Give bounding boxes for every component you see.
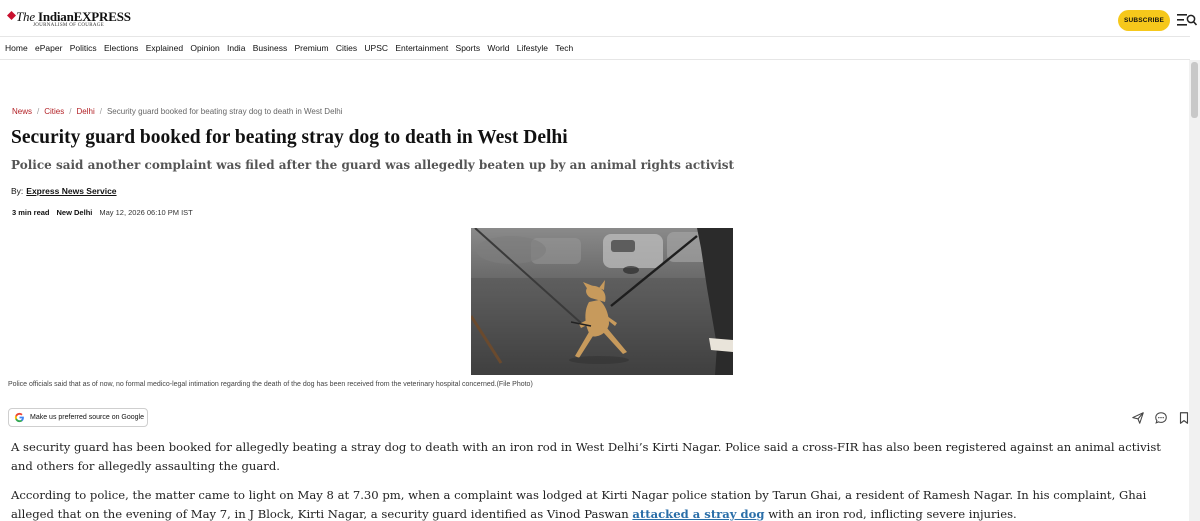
breadcrumb-current: Security guard booked for beating stray …	[106, 107, 343, 116]
breadcrumb-cities[interactable]: Cities	[44, 107, 64, 116]
page-scrollbar[interactable]	[1189, 60, 1200, 521]
nav-item-cities[interactable]: Cities	[336, 43, 357, 53]
article-standfirst: Police said another complaint was filed …	[11, 158, 735, 172]
article-byline: By: Express News Service	[11, 186, 117, 196]
nav-item-entertainment[interactable]: Entertainment	[395, 43, 448, 53]
nav-item-world[interactable]: World	[487, 43, 509, 53]
nav-item-epaper[interactable]: ePaper	[35, 43, 62, 53]
author-link[interactable]: Express News Service	[26, 186, 116, 196]
article-paragraph: According to police, the matter came to …	[11, 486, 1183, 521]
nav-item-tech[interactable]: Tech	[555, 43, 573, 53]
send-icon[interactable]	[1131, 411, 1145, 425]
google-g-icon	[14, 412, 24, 423]
scrollbar-thumb[interactable]	[1191, 62, 1198, 118]
site-logo[interactable]: The IndianEXPRESS JOURNALISM OF COURAGE	[7, 9, 131, 31]
comment-icon[interactable]	[1154, 411, 1168, 425]
breadcrumb-separator: /	[99, 107, 102, 116]
stray-dog-photo	[471, 228, 733, 375]
hamburger-search-icon[interactable]	[1177, 13, 1197, 27]
nav-item-opinion[interactable]: Opinion	[190, 43, 219, 53]
nav-item-upsc[interactable]: UPSC	[364, 43, 388, 53]
breadcrumb-separator: /	[69, 107, 72, 116]
breadcrumb-separator: /	[37, 107, 40, 116]
publish-date: May 12, 2026 06:10 PM IST	[99, 208, 193, 217]
nav-item-explained[interactable]: Explained	[146, 43, 183, 53]
nav-item-business[interactable]: Business	[253, 43, 288, 53]
breadcrumb: News / Cities / Delhi / Security guard b…	[12, 107, 343, 116]
nav-item-politics[interactable]: Politics	[70, 43, 97, 53]
article-paragraph: A security guard has been booked for all…	[11, 440, 1161, 473]
image-caption: Police officials said that as of now, no…	[8, 381, 533, 388]
main-navigation: Home ePaper Politics Elections Explained…	[0, 36, 1190, 60]
nav-item-sports[interactable]: Sports	[456, 43, 481, 53]
article-actions	[1131, 411, 1200, 425]
breadcrumb-news[interactable]: News	[12, 107, 32, 116]
nav-item-lifestyle[interactable]: Lifestyle	[517, 43, 548, 53]
site-header: The IndianEXPRESS JOURNALISM OF COURAGE …	[0, 0, 1197, 36]
article-meta: 3 min read New Delhi May 12, 2026 06:10 …	[12, 208, 193, 217]
bookmark-icon[interactable]	[1177, 411, 1191, 425]
dateline-location: New Delhi	[56, 208, 93, 217]
nav-item-home[interactable]: Home	[5, 43, 28, 53]
article-lead-image	[471, 228, 733, 375]
article-headline: Security guard booked for beating stray …	[11, 127, 568, 148]
byline-prefix: By:	[11, 186, 24, 196]
nav-item-premium[interactable]: Premium	[295, 43, 329, 53]
read-time: 3 min read	[12, 208, 50, 217]
preferred-source-button[interactable]: Make us preferred source on Google	[8, 408, 148, 427]
logo-mark-icon	[7, 11, 16, 20]
paragraph-text: with an iron rod, inflicting severe inju…	[764, 506, 1017, 521]
subscribe-button[interactable]: SUBSCRIBE	[1118, 10, 1170, 31]
nav-item-elections[interactable]: Elections	[104, 43, 139, 53]
related-story-link[interactable]: attacked a stray dog	[632, 507, 764, 521]
preferred-source-label: Make us preferred source on Google	[30, 414, 145, 421]
nav-item-india[interactable]: India	[227, 43, 245, 53]
breadcrumb-delhi[interactable]: Delhi	[77, 107, 95, 116]
logo-tagline: JOURNALISM OF COURAGE	[33, 23, 105, 28]
